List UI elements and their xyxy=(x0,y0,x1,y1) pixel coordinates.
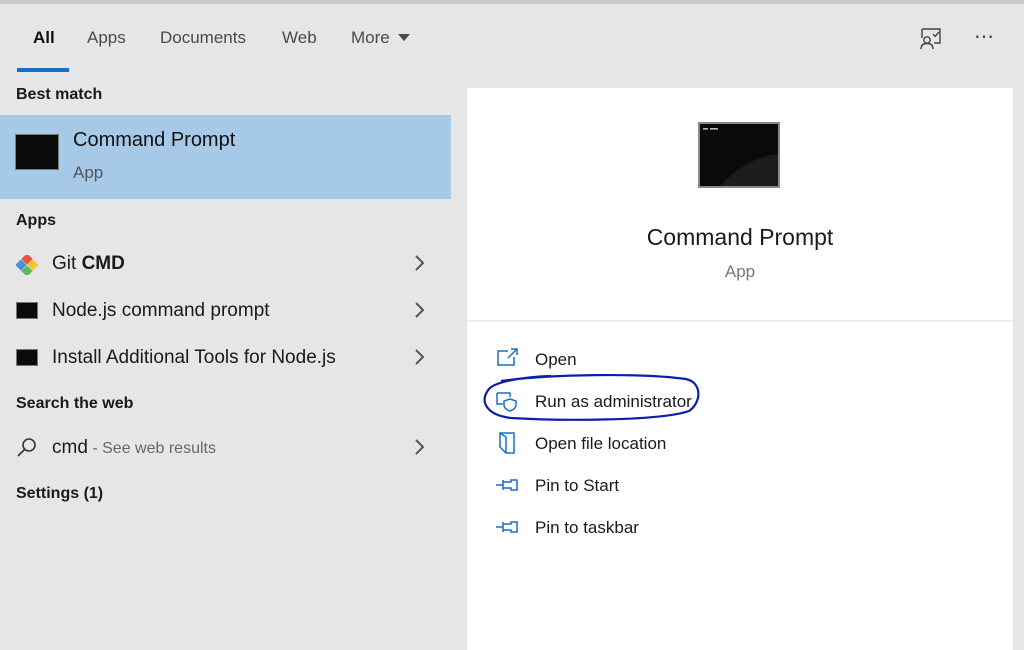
open-file-location-label: Open file location xyxy=(535,434,667,453)
search-icon xyxy=(16,437,38,457)
search-tab-bar: All Apps Documents Web More ⋯ xyxy=(0,4,1024,72)
best-match-name: Command Prompt xyxy=(73,129,236,151)
chevron-right-icon[interactable] xyxy=(410,299,430,321)
app-result-label: Node.js command prompt xyxy=(52,300,270,321)
best-match-heading: Best match xyxy=(16,86,103,103)
open-file-location-action[interactable]: Open file location xyxy=(495,426,795,460)
pin-to-start-label: Pin to Start xyxy=(535,476,620,495)
preview-app-type: App xyxy=(724,262,756,281)
best-match-type: App xyxy=(73,163,104,182)
folder-icon xyxy=(495,431,519,455)
web-search-query: cmd xyxy=(52,437,88,458)
pin-to-start-action[interactable]: Pin to Start xyxy=(495,468,795,502)
pin-to-taskbar-action[interactable]: Pin to taskbar xyxy=(495,510,795,544)
pin-icon xyxy=(495,515,519,539)
chevron-down-icon xyxy=(397,34,410,41)
run-as-administrator-action[interactable]: Run as administrator xyxy=(495,384,795,418)
pin-icon xyxy=(495,473,519,497)
open-icon xyxy=(495,347,519,371)
app-result-label: Install Additional Tools for Node.js xyxy=(52,347,336,368)
console-icon xyxy=(16,349,38,366)
app-result-prefix: Git xyxy=(52,253,82,274)
run-as-administrator-label: Run as administrator xyxy=(535,392,692,411)
tab-more[interactable]: More xyxy=(351,28,410,48)
more-options-icon[interactable]: ⋯ xyxy=(974,24,1000,50)
shield-icon xyxy=(495,389,519,413)
command-prompt-icon xyxy=(698,122,780,188)
pin-to-taskbar-label: Pin to taskbar xyxy=(535,518,639,537)
feedback-icon[interactable] xyxy=(918,26,944,52)
git-icon xyxy=(15,253,39,277)
preview-panel: Command Prompt App Open Run as administr… xyxy=(467,88,1013,650)
tab-more-label: More xyxy=(351,28,390,47)
preview-app-name: Command Prompt xyxy=(646,224,834,250)
app-result-match: CMD xyxy=(81,253,125,274)
chevron-right-icon[interactable] xyxy=(410,252,430,274)
chevron-right-icon[interactable] xyxy=(410,346,430,368)
console-icon xyxy=(16,302,38,319)
web-search-label: cmd - See web results xyxy=(52,437,216,459)
tab-web[interactable]: Web xyxy=(282,28,317,48)
web-search-result[interactable]: cmd - See web results xyxy=(0,426,451,470)
tab-documents[interactable]: Documents xyxy=(160,28,246,48)
search-web-heading: Search the web xyxy=(16,395,134,412)
chevron-right-icon[interactable] xyxy=(410,436,430,458)
results-panel: Best match Command Prompt App Apps Git C… xyxy=(0,72,451,650)
app-result-nodejs-command-prompt[interactable]: Node.js command prompt xyxy=(0,289,451,333)
app-result-label: Git CMD xyxy=(52,253,125,275)
web-search-hint: - See web results xyxy=(87,440,216,457)
open-label: Open xyxy=(535,350,577,369)
tab-all[interactable]: All xyxy=(33,28,55,48)
app-result-git-cmd[interactable]: Git CMD xyxy=(0,242,451,286)
best-match-result[interactable]: Command Prompt App xyxy=(0,115,451,199)
app-result-install-tools-nodejs[interactable]: Install Additional Tools for Node.js xyxy=(0,336,451,380)
tab-apps[interactable]: Apps xyxy=(87,28,126,48)
settings-heading[interactable]: Settings (1) xyxy=(16,485,103,503)
preview-divider xyxy=(467,320,1013,322)
command-prompt-icon xyxy=(15,134,59,170)
open-action[interactable]: Open xyxy=(495,342,795,376)
apps-heading: Apps xyxy=(16,212,56,229)
